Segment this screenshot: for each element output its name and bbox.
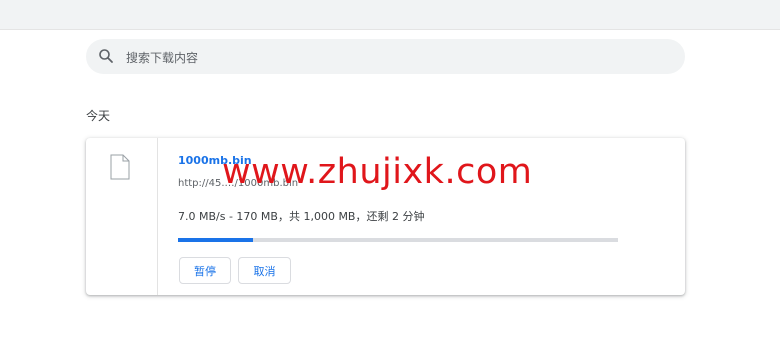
top-toolbar <box>0 0 780 30</box>
section-date-label: 今天 <box>86 109 111 123</box>
progress-bar <box>178 238 618 242</box>
search-input[interactable]: 搜索下载内容 <box>126 49 198 66</box>
search-icon <box>99 49 113 63</box>
cancel-button[interactable]: 取消 <box>238 257 291 284</box>
file-icon-column <box>86 138 158 295</box>
progress-bar-fill <box>178 238 253 242</box>
download-status-text: 7.0 MB/s - 170 MB，共 1,000 MB，还剩 2 分钟 <box>178 210 425 223</box>
search-bar[interactable]: 搜索下载内容 <box>86 39 685 74</box>
pause-button[interactable]: 暂停 <box>179 257 231 284</box>
file-icon <box>110 154 130 180</box>
watermark: www.zhujixk.com <box>222 152 533 192</box>
